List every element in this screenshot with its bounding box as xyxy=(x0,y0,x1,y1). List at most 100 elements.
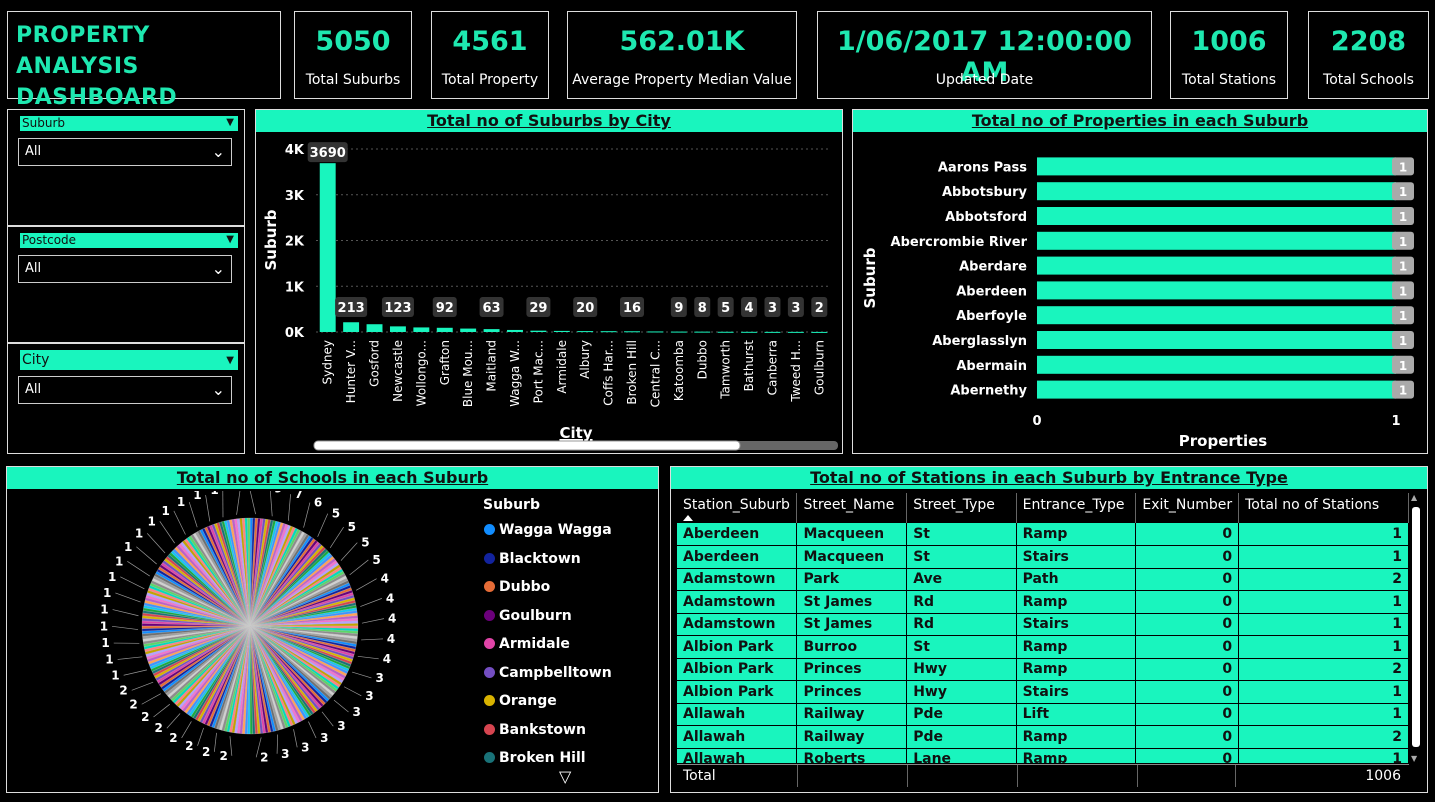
table-row[interactable]: Adamstown St James Rd Stairs 0 1 xyxy=(677,613,1409,636)
slice-label: 4 xyxy=(383,652,391,666)
column-header[interactable]: Street_Type xyxy=(906,493,1017,523)
column-header[interactable]: Station_Suburb xyxy=(677,493,798,523)
bar xyxy=(507,329,523,332)
legend-item[interactable]: Goulburn xyxy=(484,608,572,624)
x-tick-label: Central C... xyxy=(648,340,662,407)
slice-label: 2 xyxy=(129,697,137,711)
legend-item[interactable]: Dubbo xyxy=(484,579,550,595)
legend-label: Orange xyxy=(499,693,557,709)
table-cell: 1 xyxy=(1238,703,1409,726)
chart-suburbs-by-city: Total no of Suburbs by City 0K 1K 2K 3K 4K Su… xyxy=(255,109,843,454)
legend-dot-icon xyxy=(484,581,495,592)
data-label: 8 xyxy=(698,301,707,316)
table-cell: Princes xyxy=(796,680,908,704)
table-row[interactable]: Albion Park Princes Hwy Stairs 0 1 xyxy=(677,680,1409,704)
table-cell: 0 xyxy=(1135,590,1240,614)
table-cell: 2 xyxy=(1238,725,1409,749)
legend-item[interactable]: Blacktown xyxy=(484,551,581,567)
slice-label: 1 xyxy=(124,540,132,554)
x-tick-label: Hunter V... xyxy=(344,340,358,403)
legend-item[interactable]: Bankstown xyxy=(484,722,586,738)
column-header[interactable]: Total no of Stations xyxy=(1238,493,1409,523)
leader-line xyxy=(355,578,377,591)
leader-line xyxy=(127,561,150,577)
leader-line xyxy=(333,699,349,713)
slicer-city-header[interactable]: City ▼ xyxy=(20,350,238,370)
data-label: 63 xyxy=(483,301,501,316)
table-row[interactable]: Allawah Railway Pde Ramp 0 2 xyxy=(677,725,1409,749)
leader-line xyxy=(287,494,291,521)
slice-label: 2 xyxy=(202,745,210,759)
kpi-updated-date: 1/06/2017 12:00:00 AM Updated Date xyxy=(817,11,1152,99)
x-tick-label: Grafton xyxy=(438,340,452,385)
legend-item[interactable]: Wagga Wagga xyxy=(484,522,612,538)
table-scrollbar[interactable]: ▲ ▼ xyxy=(1411,493,1421,763)
table-row[interactable]: Adamstown St James Rd Ramp 0 1 xyxy=(677,590,1409,614)
leader-line xyxy=(136,546,157,565)
table-row[interactable]: Aberdeen Macqueen St Stairs 0 1 xyxy=(677,545,1409,569)
legend-label: Dubbo xyxy=(499,579,551,595)
column-header[interactable]: Entrance_Type xyxy=(1016,493,1137,523)
legend-item[interactable]: Orange xyxy=(484,693,557,709)
slice-label: 3 xyxy=(281,747,289,761)
table-row[interactable]: Allawah Railway Pde Lift 0 1 xyxy=(677,703,1409,726)
legend-label: Goulburn xyxy=(499,607,572,624)
table-cell: Allawah xyxy=(677,725,798,749)
table-row[interactable]: Allawah Roberts Lane Ramp 0 1 xyxy=(677,748,1409,763)
legend-item[interactable]: Broken Hill xyxy=(484,750,586,766)
slicer-suburb-header[interactable]: Suburb ▼ xyxy=(20,116,238,131)
x-tick-label: Goulburn xyxy=(812,340,826,395)
table-cell: Macqueen xyxy=(796,523,908,546)
leader-line xyxy=(229,736,233,756)
bar xyxy=(717,331,734,333)
legend-scroll-down-icon[interactable]: ▽ xyxy=(559,767,571,786)
leader-line xyxy=(141,693,161,705)
leader-line xyxy=(123,669,148,676)
kpi-total-suburbs: 5050 Total Suburbs xyxy=(294,11,412,99)
chevron-down-icon: ▼ xyxy=(226,234,234,245)
scrollbar-thumb[interactable] xyxy=(1412,507,1420,747)
table-cell: Ramp xyxy=(1016,590,1137,614)
column-header[interactable]: Exit_Number xyxy=(1135,493,1240,523)
slicer-postcode-header[interactable]: Postcode ▼ xyxy=(20,233,238,248)
table-row[interactable]: Aberdeen Macqueen St Ramp 0 1 xyxy=(677,523,1409,546)
leader-line xyxy=(249,491,256,515)
data-label: 1 xyxy=(1399,235,1407,249)
kpi-value: 5050 xyxy=(315,26,391,57)
slicer-city-dropdown[interactable]: All ⌄ xyxy=(18,376,232,404)
leader-line xyxy=(317,513,329,537)
x-tick-label: Canberra xyxy=(765,340,779,395)
y-tick-label: Abercrombie River xyxy=(891,235,1028,250)
bar xyxy=(600,331,617,333)
slicer-postcode-dropdown[interactable]: All ⌄ xyxy=(18,255,232,283)
slice-label: 4 xyxy=(386,591,394,605)
data-label: 1 xyxy=(1399,284,1407,298)
data-label: 1 xyxy=(1399,384,1407,398)
data-label: 1 xyxy=(1399,160,1407,174)
legend-label: Campbelltown xyxy=(499,664,612,681)
bar-chart-svg: 0K 1K 2K 3K 4K Suburb 3690 Sydney 213 Hunter V...… xyxy=(262,142,838,451)
leader-line xyxy=(236,491,241,515)
slicer-suburb-dropdown[interactable]: All ⌄ xyxy=(18,138,232,166)
bar xyxy=(1037,207,1396,225)
kpi-value: 562.01K xyxy=(619,26,745,57)
leader-line xyxy=(146,533,166,554)
bar xyxy=(1037,380,1396,399)
column-header[interactable]: Street_Name xyxy=(796,493,908,523)
table-cell: 1 xyxy=(1238,523,1409,546)
table-row[interactable]: Albion Park Burroo St Ramp 0 1 xyxy=(677,635,1409,659)
scroll-down-icon[interactable]: ▼ xyxy=(1411,754,1417,763)
table-row[interactable]: Albion Park Princes Hwy Ramp 0 2 xyxy=(677,658,1409,681)
x-tick-label: Wollongo... xyxy=(414,340,428,406)
data-label: 3 xyxy=(768,301,777,316)
divider xyxy=(797,765,798,787)
slice-label: 2 xyxy=(119,683,127,697)
table-cell: 2 xyxy=(1238,658,1409,681)
legend-item[interactable]: Campbelltown xyxy=(484,665,612,681)
table-row[interactable]: Adamstown Park Ave Path 0 2 xyxy=(677,568,1409,591)
scroll-up-icon[interactable]: ▲ xyxy=(1411,493,1417,502)
bar xyxy=(343,322,360,332)
legend-item[interactable]: Armidale xyxy=(484,636,570,652)
slice-label: 4 xyxy=(388,612,396,626)
slice-label: 2 xyxy=(169,731,177,745)
